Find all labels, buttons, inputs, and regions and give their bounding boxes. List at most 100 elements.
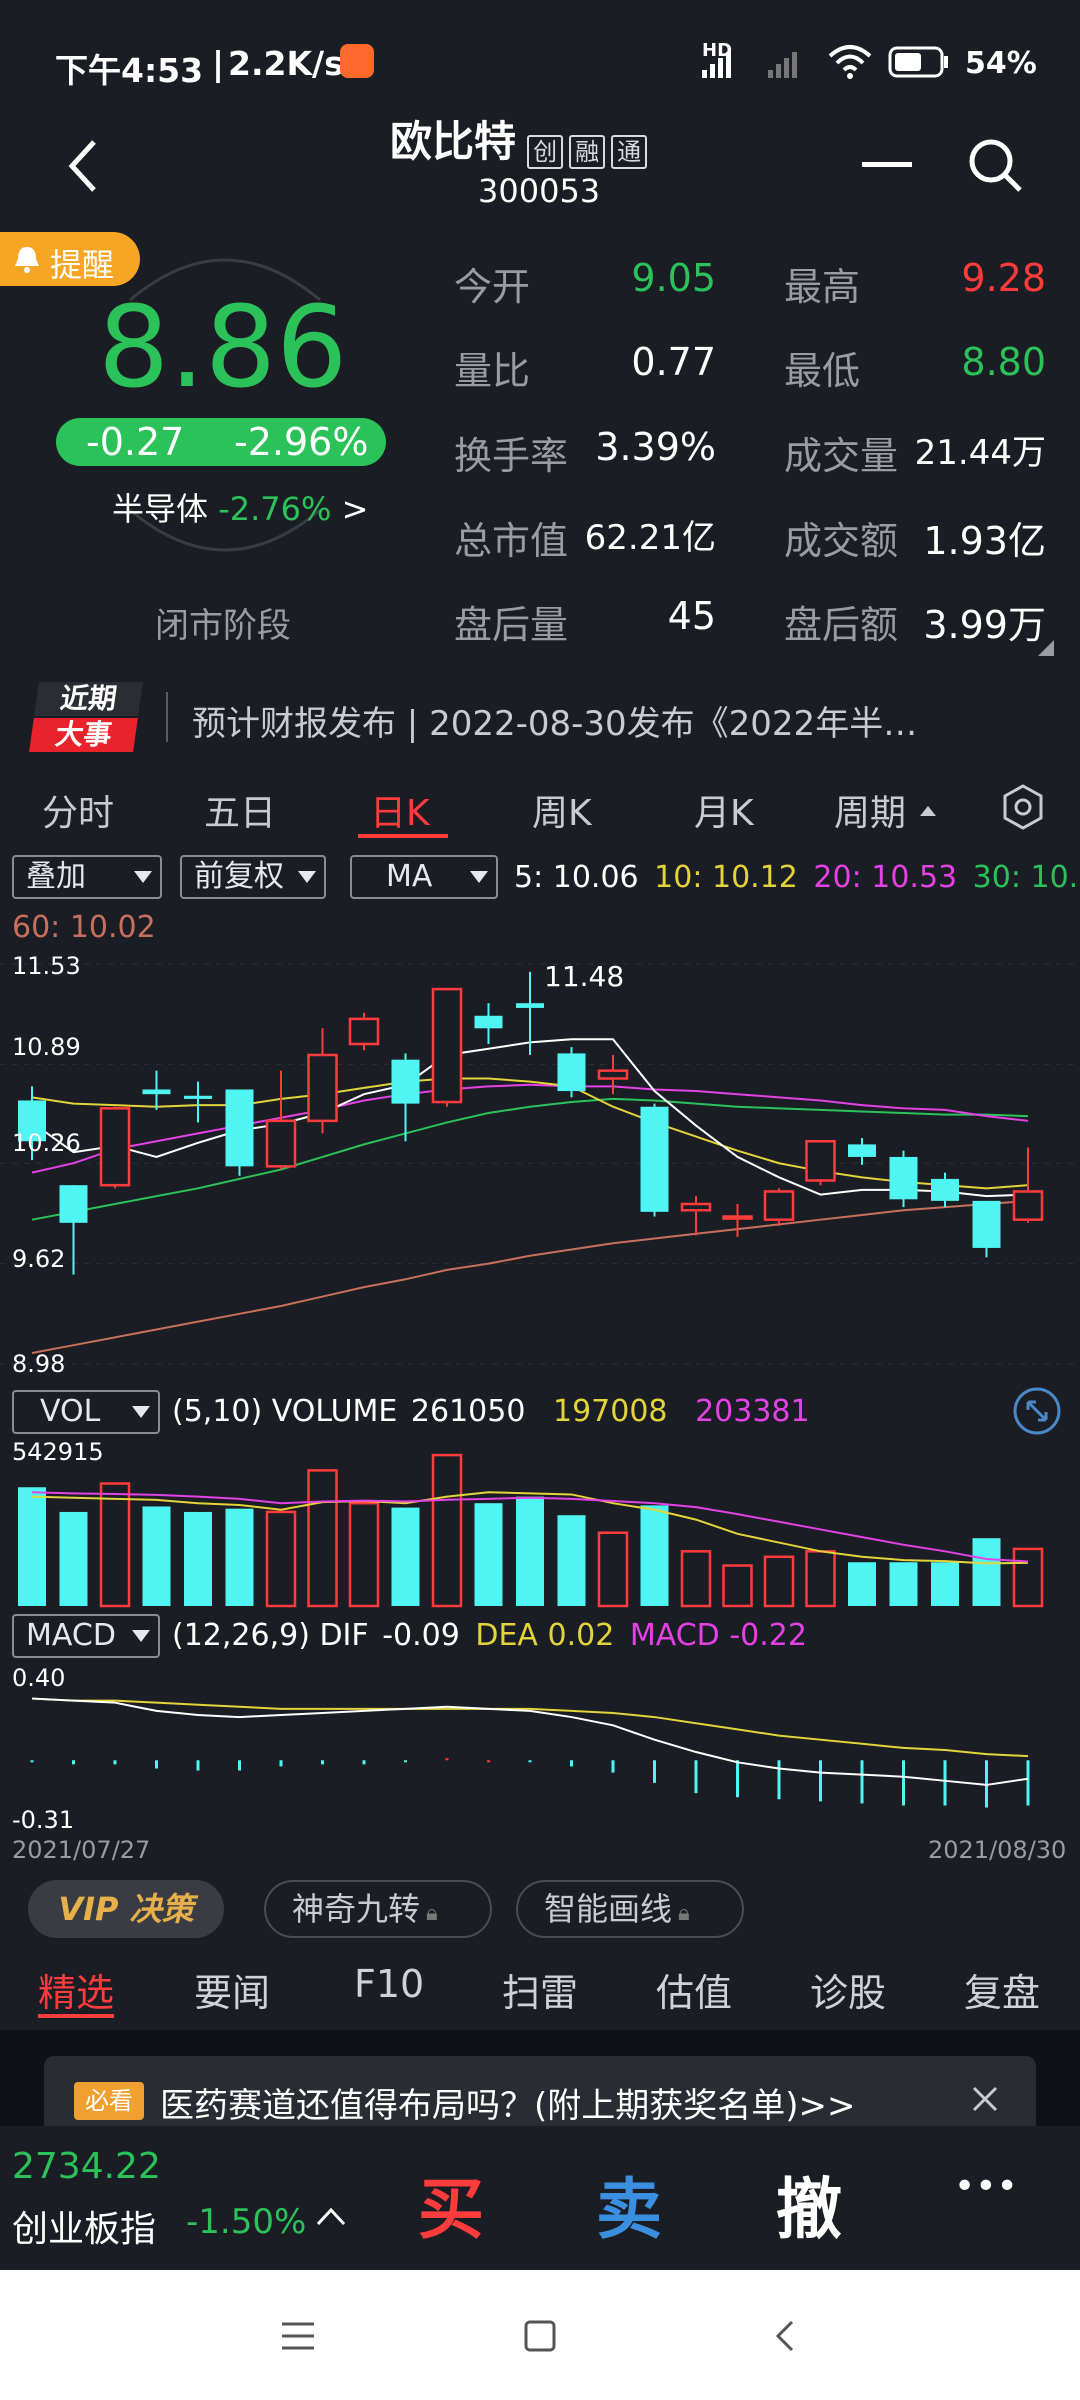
field-value: 3.99万 [923,603,1046,647]
field-value: 8.80 [961,340,1046,384]
candle-body [1012,1190,1044,1221]
candle-body [848,1144,876,1157]
news-row[interactable]: 近期 大事 预计财报发布 | 2022-08-30发布《2022年半… [0,668,1080,768]
field-label: 盘后量 [454,603,569,647]
field-value: 62.21亿 [584,518,716,558]
macd-chart[interactable] [0,1664,1080,1834]
tab-rik[interactable]: 日K [370,784,430,836]
macd-select[interactable]: MACD [12,1614,160,1658]
kline-y-labels: 11.53 [12,952,81,980]
tab-guzhi[interactable]: 估值 [656,1962,732,2017]
buy-button[interactable]: 买 [418,2156,484,2252]
chevron-down-icon [132,1406,150,1418]
more-button[interactable]: ••• [954,2166,1018,2207]
tab-saolei[interactable]: 扫雷 [502,1962,578,2017]
adjust-select[interactable]: 前复权 [180,855,326,899]
candle-body [307,1053,338,1123]
fullscreen-icon[interactable] [1012,1386,1062,1436]
volume-bar [763,1555,795,1608]
close-icon[interactable] [970,2084,1000,2114]
tab-wuri[interactable]: 五日 [204,784,276,836]
tab-zhengu[interactable]: 诊股 [810,1962,886,2017]
news-badge-bottom: 大事 [29,718,138,752]
home-icon[interactable] [520,2316,560,2356]
chart-settings-icon[interactable] [998,782,1048,832]
search-icon[interactable] [966,136,1026,196]
vip-button[interactable]: VIP 决策 [28,1880,224,1938]
field-value: 45 [667,594,716,638]
back-icon[interactable] [64,136,104,196]
index-percent: -1.50% [186,2202,307,2242]
signal-icon [702,52,797,78]
volume-bar [225,1508,254,1606]
wifi-icon [828,45,872,79]
smart-draw-button[interactable]: 智能画线 🔒︎ [516,1880,744,1938]
ma10-line [31,1077,1029,1190]
field-label: 总市值 [454,519,569,563]
vol-select[interactable]: VOL [12,1390,160,1434]
overlay-select-value: 叠加 [26,859,86,894]
volume-bar [142,1506,171,1606]
tab-fupan[interactable]: 复盘 [964,1962,1040,2017]
volume-bar [184,1511,212,1606]
vol-y-max: 542915 [12,1438,104,1466]
tab-jingxuan[interactable]: 精选 [38,1962,114,2017]
dea-value: 0.02 [547,1618,615,1653]
field-label: 成交额 [784,519,899,563]
tab-zhouk[interactable]: 周K [532,784,592,836]
lock-icon: 🔒︎ [678,1901,690,1926]
cancel-button[interactable]: 撤 [776,2156,842,2252]
ma30-legend: 30: 10.56 [972,860,1080,895]
adjust-select-value: 前复权 [194,859,284,894]
tab-yaowen[interactable]: 要闻 [194,1962,270,2017]
indicator-select[interactable]: MA [350,855,498,899]
change-percent: -2.96% [234,420,369,464]
volume-chart[interactable] [0,1440,1080,1610]
tab-fenshi[interactable]: 分时 [42,784,114,836]
stock-name: 欧比特 [390,117,517,166]
tab-period[interactable]: 周期 [834,784,906,836]
news-divider [166,692,168,742]
overlay-select[interactable]: 叠加 [12,855,162,899]
macd-select-value: MACD [26,1618,116,1653]
expand-corner-icon[interactable] [1038,640,1054,656]
minus-icon[interactable] [862,162,912,167]
kline-chart[interactable] [0,944,1080,1374]
volume-bar [307,1469,338,1608]
field-label: 今开 [454,265,531,309]
ma-legend: 5: 10.06 10: 10.12 20: 10.53 30: 10.56 [514,860,1080,895]
macd-params: (12,26,9) DIF [172,1618,369,1653]
system-nav-bar [0,2270,1080,2400]
period-dropdown-icon [920,806,936,816]
volume-bar [99,1482,131,1608]
field-label: 量比 [454,349,531,393]
end-date: 2021/08/30 [928,1836,1067,1864]
nine-turn-button[interactable]: 神奇九转 🔒︎ [264,1880,492,1938]
candle-body [265,1119,297,1168]
tab-f10[interactable]: F10 [354,1962,424,2006]
field-value: 9.28 [961,256,1046,300]
y-tick-label: 9.62 [12,1245,66,1273]
back-nav-icon[interactable] [770,2316,800,2356]
field-label: 盘后额 [784,603,899,647]
chevron-up-icon[interactable] [314,2204,348,2230]
sell-button[interactable]: 卖 [596,2156,662,2252]
smart-draw-label: 智能画线 [544,1890,673,1928]
chevron-down-icon [298,871,316,883]
lock-icon: 🔒︎ [426,1901,438,1926]
chevron-down-icon [132,1630,150,1642]
vol-legend: (5,10) VOLUME 261050 197008 203381 [172,1394,810,1429]
tab-yuek[interactable]: 月K [694,784,754,836]
ma30-line [31,1097,1029,1221]
status-separator: | [212,44,225,83]
volume-bar [889,1562,918,1606]
candle-body [99,1107,131,1187]
bell-icon [15,247,39,273]
candle-body [391,1059,420,1104]
sector-link[interactable]: 半导体 -2.76% > [112,484,368,530]
volume-bar [722,1564,753,1608]
volume-bar [557,1515,586,1606]
vol-ma5: 197008 [553,1394,668,1429]
menu-icon[interactable] [278,2318,318,2354]
tag-rong: 融 [569,134,606,169]
